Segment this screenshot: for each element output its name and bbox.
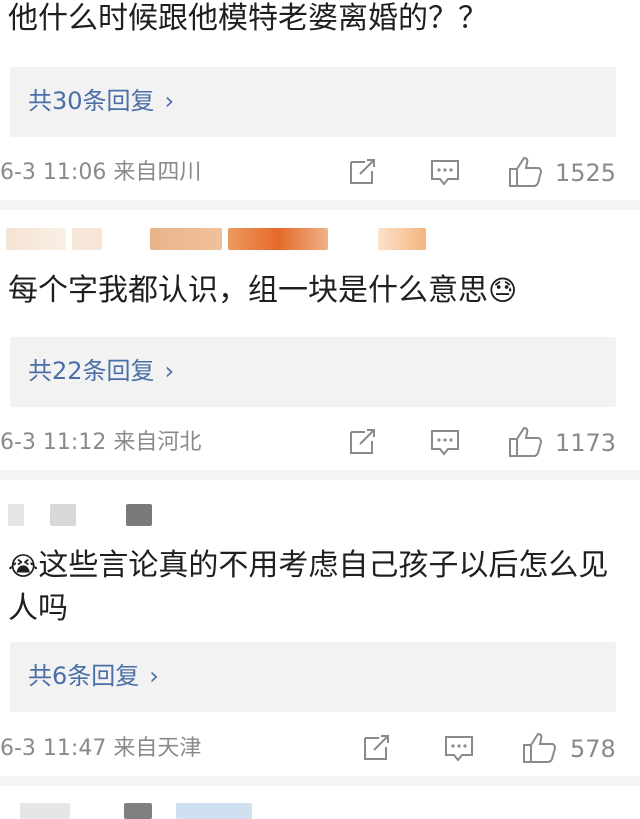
- comment-3-replies-box[interactable]: 共6条回复 ›: [10, 642, 616, 712]
- reply-count-label: 共6条回复: [28, 662, 140, 690]
- reply-count-label: 共22条回复: [28, 357, 155, 385]
- share-icon[interactable]: [348, 158, 378, 186]
- comment-3-text-body: 这些言论真的不用考虑自己孩子以后怎么见人吗: [8, 548, 609, 626]
- blurred-avatar: [6, 228, 66, 250]
- comment-icon[interactable]: [430, 428, 460, 456]
- comment-3-meta-row: 6-3 11:47 来自天津 578: [0, 732, 640, 764]
- comment-2-replies-link[interactable]: 共22条回复 ›: [28, 356, 174, 386]
- divider: [0, 776, 640, 786]
- blurred-name: [72, 228, 102, 250]
- comment-icon[interactable]: [430, 158, 460, 186]
- comment-1-like-count: 1525: [555, 159, 617, 187]
- comment-icon[interactable]: [444, 734, 474, 762]
- like-icon[interactable]: [508, 426, 544, 458]
- blurred-name: [126, 504, 152, 526]
- comment-1-replies-link[interactable]: 共30条回复 ›: [28, 86, 174, 116]
- crying-emoji-icon: 😭: [8, 552, 39, 582]
- divider: [0, 200, 640, 210]
- blurred-name: [50, 504, 76, 526]
- comment-2-text-body: 每个字我都认识，组一块是什么意思: [8, 273, 488, 308]
- blurred-avatar: [8, 504, 24, 526]
- blurred-avatar: [20, 803, 70, 819]
- comment-1-meta: 6-3 11:06 来自四川: [0, 160, 202, 185]
- blurred-badge: [378, 228, 426, 250]
- share-icon[interactable]: [362, 734, 392, 762]
- comment-2-replies-box[interactable]: 共22条回复 ›: [10, 337, 616, 407]
- divider: [0, 470, 640, 480]
- comment-3-replies-link[interactable]: 共6条回复 ›: [28, 661, 159, 691]
- like-icon[interactable]: [522, 732, 558, 764]
- blurred-name: [124, 803, 152, 819]
- share-icon[interactable]: [348, 428, 378, 456]
- blurred-badge: [176, 803, 252, 819]
- blurred-name: [228, 228, 328, 250]
- reply-count-label: 共30条回复: [28, 87, 155, 115]
- comment-3-like-count: 578: [570, 735, 616, 763]
- comment-3-meta: 6-3 11:47 来自天津: [0, 736, 202, 761]
- comment-2-text: 每个字我都认识，组一块是什么意思😓: [8, 270, 628, 312]
- blurred-name: [150, 228, 222, 250]
- comment-3-text: 😭这些言论真的不用考虑自己孩子以后怎么见人吗: [8, 545, 628, 630]
- comment-1-text: 他什么时候跟他模特老婆离婚的？？: [8, 1, 488, 36]
- like-icon[interactable]: [508, 156, 544, 188]
- comment-2-like-count: 1173: [555, 429, 617, 457]
- comment-1-replies-box[interactable]: 共30条回复 ›: [10, 67, 616, 137]
- comment-2-meta: 6-3 11:12 来自河北: [0, 430, 202, 455]
- comment-4-user-blurred: [0, 803, 640, 819]
- comment-1-meta-row: 6-3 11:06 来自四川 1525: [0, 156, 640, 188]
- comment-2-meta-row: 6-3 11:12 来自河北 1173: [0, 426, 640, 458]
- sweat-emoji-icon: 😓: [488, 274, 518, 307]
- comment-3-user-blurred: [0, 504, 640, 530]
- comment-2-user-blurred: [0, 228, 640, 254]
- chevron-right-icon: ›: [164, 87, 175, 115]
- chevron-right-icon: ›: [164, 357, 175, 385]
- chevron-right-icon: ›: [149, 662, 159, 690]
